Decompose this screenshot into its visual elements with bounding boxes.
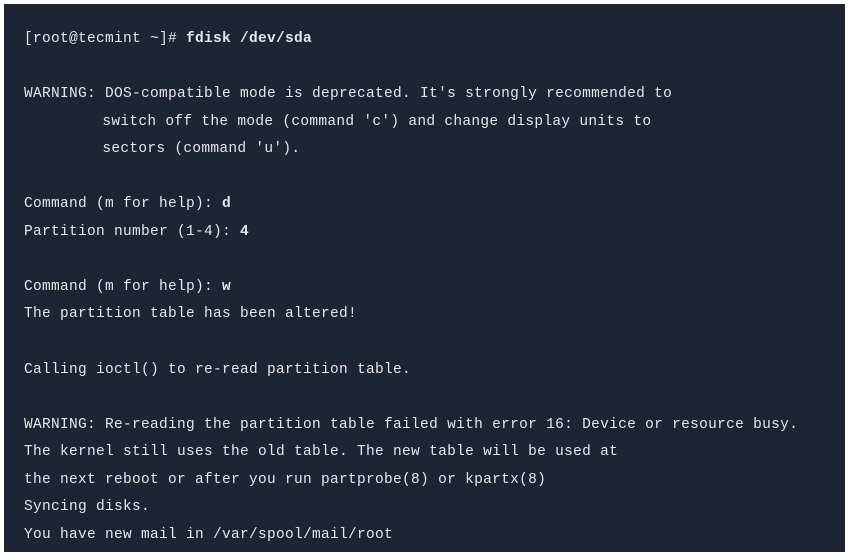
terminal-window[interactable]: [root@tecmint ~]# fdisk /dev/sda WARNING… <box>4 4 845 552</box>
partition-input: 4 <box>240 224 249 240</box>
command-prompt-1: Command (m for help): <box>24 196 222 212</box>
warning-line-2: switch off the mode (command 'c') and ch… <box>24 109 825 137</box>
syncing-message: Syncing disks. <box>24 494 825 522</box>
mail-message: You have new mail in /var/spool/mail/roo… <box>24 522 825 550</box>
blank-line <box>24 164 825 192</box>
command-text: fdisk /dev/sda <box>186 31 312 47</box>
blank-line <box>24 246 825 274</box>
command-prompt-line-1: Command (m for help): d <box>24 191 825 219</box>
command-prompt-line-2: Command (m for help): w <box>24 274 825 302</box>
partition-prompt: Partition number (1-4): <box>24 224 240 240</box>
partition-prompt-line: Partition number (1-4): 4 <box>24 219 825 247</box>
command-input-2: w <box>222 279 231 295</box>
blank-line <box>24 54 825 82</box>
ioctl-message: Calling ioctl() to re-read partition tab… <box>24 357 825 385</box>
warning2-line-1: WARNING: Re-reading the partition table … <box>24 412 825 440</box>
blank-line <box>24 329 825 357</box>
command-input-1: d <box>222 196 231 212</box>
shell-prompt: [root@tecmint ~]# <box>24 31 186 47</box>
warning-line-3: sectors (command 'u'). <box>24 136 825 164</box>
altered-message: The partition table has been altered! <box>24 301 825 329</box>
blank-line <box>24 384 825 412</box>
prompt-line: [root@tecmint ~]# fdisk /dev/sda <box>24 26 825 54</box>
warning-line-1: WARNING: DOS-compatible mode is deprecat… <box>24 81 825 109</box>
warning2-line-3: the next reboot or after you run partpro… <box>24 467 825 495</box>
command-prompt-2: Command (m for help): <box>24 279 222 295</box>
warning2-line-2: The kernel still uses the old table. The… <box>24 439 825 467</box>
